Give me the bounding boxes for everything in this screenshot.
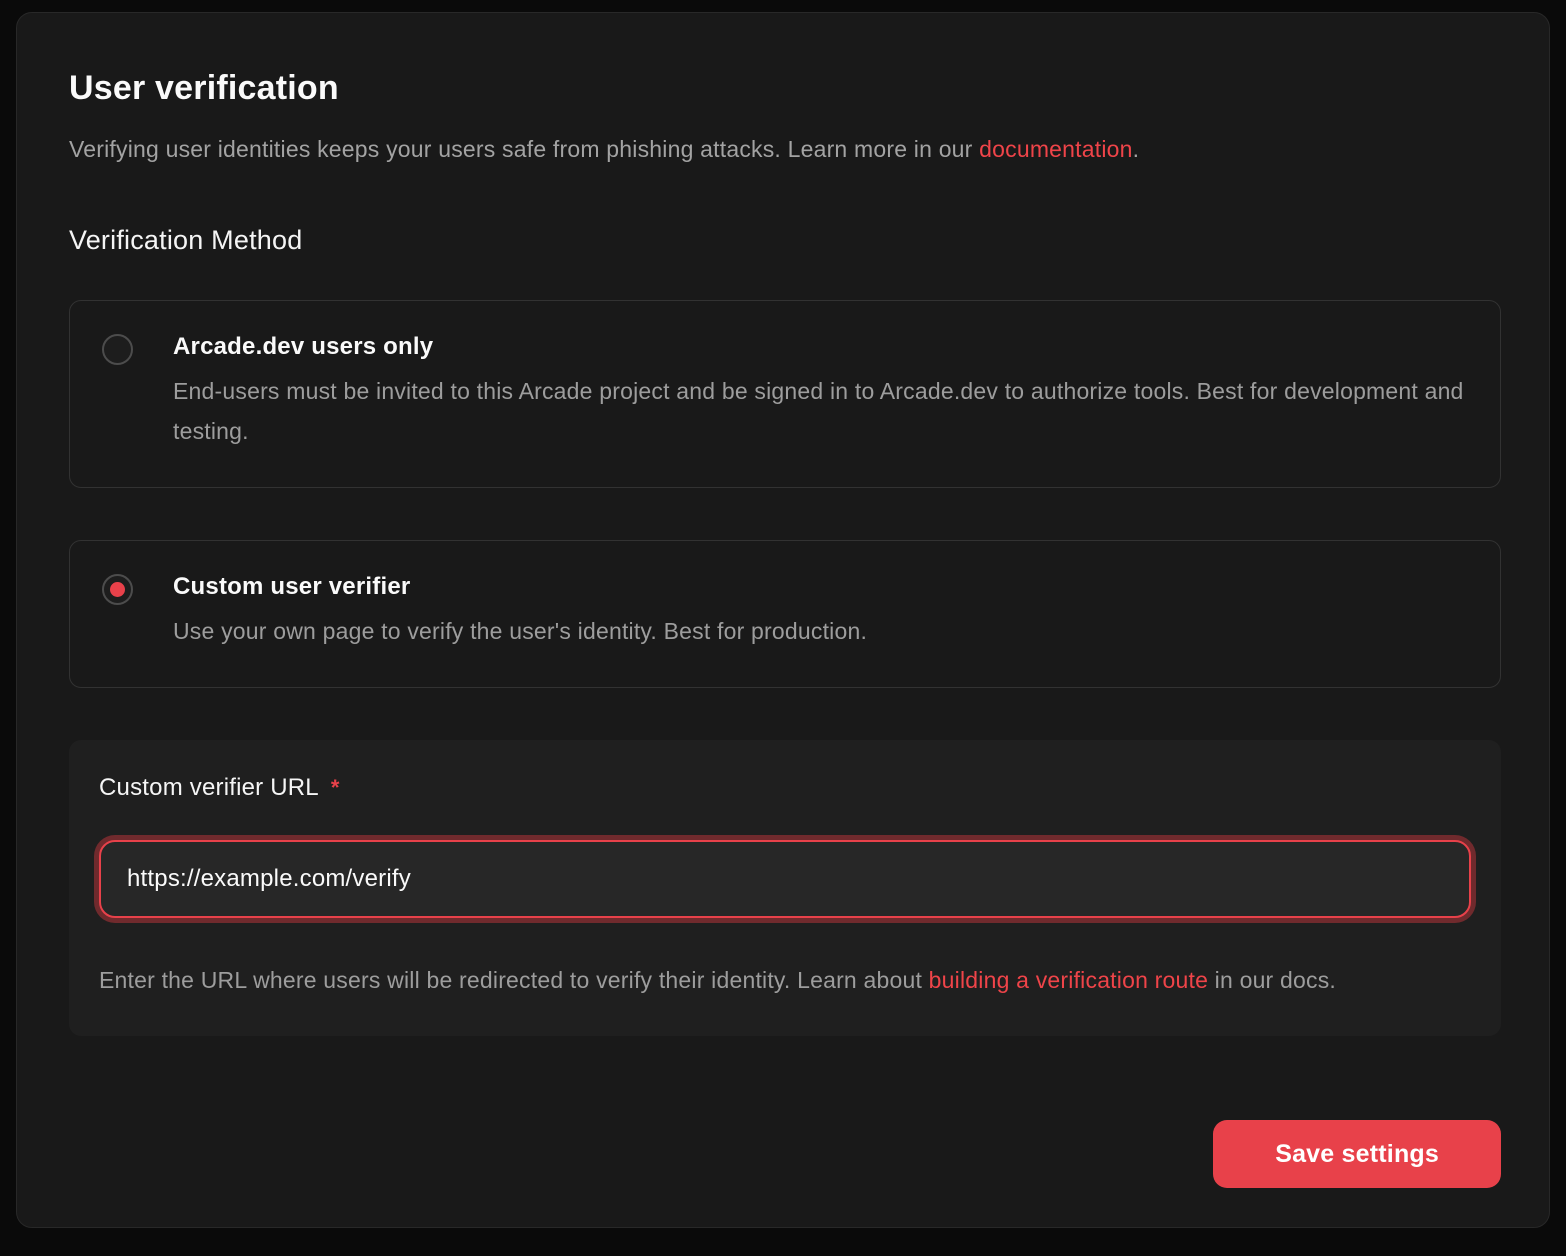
help-text: Enter the URL where users will be redire… [99, 967, 929, 993]
url-help-text: Enter the URL where users will be redire… [99, 960, 1471, 1000]
option-label: Custom user verifier [173, 573, 867, 601]
url-field-label: Custom verifier URL [99, 774, 319, 802]
help-text-suffix: in our docs. [1208, 967, 1336, 993]
radio-custom-user-verifier[interactable] [102, 574, 133, 605]
option-text: Custom user verifier Use your own page t… [173, 573, 867, 651]
save-settings-button[interactable]: Save settings [1213, 1120, 1501, 1188]
verification-route-link[interactable]: building a verification route [929, 967, 1208, 993]
url-label-row: Custom verifier URL * [99, 774, 1471, 802]
radio-dot [110, 582, 125, 597]
subtitle-period: . [1133, 136, 1140, 162]
option-arcade-users-only[interactable]: Arcade.dev users only End-users must be … [69, 300, 1501, 488]
option-description: End-users must be invited to this Arcade… [173, 371, 1468, 451]
option-custom-user-verifier[interactable]: Custom user verifier Use your own page t… [69, 540, 1501, 688]
footer-actions: Save settings [69, 1120, 1501, 1188]
subtitle-text: Verifying user identities keeps your use… [69, 136, 979, 162]
custom-verifier-url-panel: Custom verifier URL * Enter the URL wher… [69, 740, 1501, 1036]
page-title: User verification [69, 69, 1501, 108]
required-asterisk: * [331, 775, 340, 801]
documentation-link[interactable]: documentation [979, 136, 1132, 162]
user-verification-card: User verification Verifying user identit… [16, 12, 1550, 1228]
page-subtitle: Verifying user identities keeps your use… [69, 136, 1501, 163]
option-description: Use your own page to verify the user's i… [173, 611, 867, 651]
radio-dot [110, 342, 125, 357]
option-text: Arcade.dev users only End-users must be … [173, 333, 1468, 451]
verification-method-heading: Verification Method [69, 225, 1501, 256]
radio-arcade-users-only[interactable] [102, 334, 133, 365]
option-label: Arcade.dev users only [173, 333, 1468, 361]
custom-verifier-url-input[interactable] [99, 840, 1471, 918]
